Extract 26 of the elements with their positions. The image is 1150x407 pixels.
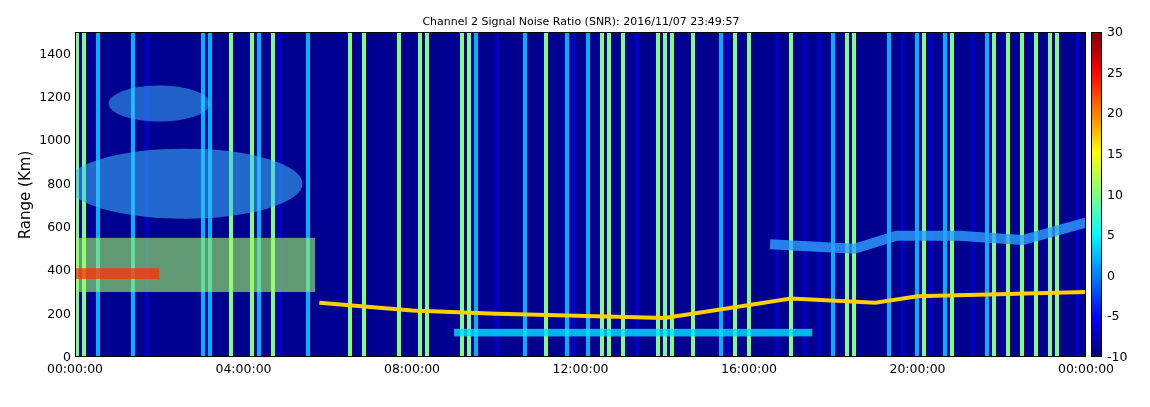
tick-label: -5 bbox=[1107, 310, 1120, 323]
tick-label: 30 bbox=[1107, 26, 1123, 39]
tick-label: 20:00:00 bbox=[889, 363, 946, 376]
tick-label: 5 bbox=[1107, 229, 1115, 242]
tick-label: 1000 bbox=[39, 134, 71, 147]
tick-label: 400 bbox=[47, 264, 71, 277]
tick-label: 04:00:00 bbox=[215, 363, 272, 376]
tick-label: 200 bbox=[47, 307, 71, 321]
chart-title: Channel 2 Signal Noise Ratio (SNR): 2016/11/07 23:49:57 bbox=[422, 15, 740, 28]
tick-label: 16:00:00 bbox=[720, 363, 778, 376]
tick-label: 10 bbox=[1107, 188, 1123, 201]
tick-label: 0 bbox=[1107, 269, 1115, 283]
tick-label: 800 bbox=[47, 177, 71, 191]
tick-label: 600 bbox=[47, 221, 71, 234]
tick-label: 1400 bbox=[39, 47, 71, 61]
tick-label: 08:00:00 bbox=[383, 363, 441, 376]
tick-label: 12:00:00 bbox=[552, 363, 609, 376]
tick-label: 00:00:00 bbox=[1057, 363, 1115, 376]
tick-label: -10 bbox=[1107, 351, 1128, 364]
tick-label: 0 bbox=[63, 351, 71, 364]
tick-label: 15 bbox=[1107, 147, 1123, 161]
tick-label: 1200 bbox=[39, 91, 71, 104]
tick-label: 25 bbox=[1107, 66, 1123, 80]
axis-label: Range (Km) bbox=[16, 150, 34, 239]
tick-label: 20 bbox=[1107, 107, 1123, 120]
tick-label: 00:00:00 bbox=[46, 363, 104, 376]
